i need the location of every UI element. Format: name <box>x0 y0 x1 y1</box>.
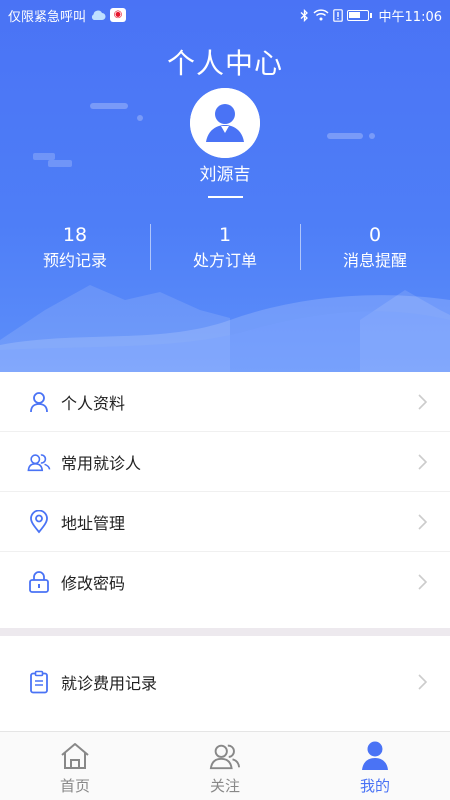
chevron-right-icon <box>418 454 428 470</box>
section-divider <box>0 628 450 636</box>
menu-item-password[interactable]: 修改密码 <box>0 552 450 612</box>
menu-item-patients[interactable]: 常用就诊人 <box>0 432 450 492</box>
tab-label: 我的 <box>359 777 390 795</box>
menu-group-records: 就诊费用记录 <box>0 652 450 712</box>
stat-appointments[interactable]: 18 预约记录 <box>0 222 150 272</box>
user-avatar-icon <box>190 88 260 158</box>
tab-label: 关注 <box>209 777 240 795</box>
status-bar: 仅限紧急呼叫 ◉ 中午11:06 <box>0 0 450 30</box>
menu-group-account: 个人资料 常用就诊人 地址管理 修改密码 <box>0 372 450 612</box>
menu-label: 地址管理 <box>61 513 126 533</box>
wifi-icon <box>313 8 329 22</box>
chevron-right-icon <box>418 514 428 530</box>
chevron-right-icon <box>418 394 428 410</box>
stats-row: 18 预约记录 1 处方订单 0 消息提醒 <box>0 222 450 272</box>
chevron-right-icon <box>418 674 428 690</box>
location-icon <box>27 509 51 534</box>
status-carrier-text: 仅限紧急呼叫 <box>8 9 87 25</box>
stat-messages[interactable]: 0 消息提醒 <box>300 222 450 272</box>
avatar[interactable] <box>190 88 260 158</box>
menu-item-address[interactable]: 地址管理 <box>0 492 450 552</box>
stat-value: 1 <box>218 224 232 246</box>
stat-label: 预约记录 <box>42 251 107 270</box>
home-icon <box>59 740 91 772</box>
bottom-tab-bar: 首页 关注 我的 <box>0 731 450 800</box>
battery-icon <box>346 8 372 22</box>
weibo-icon: ◉ <box>110 8 127 22</box>
profile-icon <box>359 740 391 772</box>
menu-label: 修改密码 <box>61 574 126 593</box>
username: 刘源吉 <box>199 165 251 185</box>
menu-item-profile[interactable]: 个人资料 <box>0 372 450 432</box>
alert-icon <box>332 8 343 22</box>
bluetooth-icon <box>300 8 309 22</box>
cloud-icon <box>90 8 106 22</box>
tab-label: 首页 <box>59 777 90 795</box>
profile-header: 仅限紧急呼叫 ◉ 中午11:06 个人中心 刘源吉 18 预约记录 1 处方订单… <box>0 0 450 372</box>
chevron-right-icon <box>418 574 428 590</box>
tab-mine[interactable]: 我的 <box>300 732 450 800</box>
follow-icon <box>209 740 241 772</box>
page-title: 个人中心 <box>166 47 283 80</box>
tab-follow[interactable]: 关注 <box>150 732 300 800</box>
menu-item-fee-records[interactable]: 就诊费用记录 <box>0 652 450 712</box>
menu-label: 就诊费用记录 <box>61 674 158 693</box>
username-underline <box>208 196 243 198</box>
stat-label: 处方订单 <box>192 251 257 270</box>
stat-value: 18 <box>62 224 88 246</box>
clipboard-icon <box>27 670 51 694</box>
stat-value: 0 <box>368 224 382 246</box>
status-time: 中午11:06 <box>378 9 442 25</box>
lock-icon <box>27 570 51 594</box>
stat-prescriptions[interactable]: 1 处方订单 <box>150 222 300 272</box>
people-icon <box>27 450 51 474</box>
person-icon <box>27 390 51 414</box>
menu-label: 常用就诊人 <box>61 453 142 473</box>
stat-label: 消息提醒 <box>342 251 407 270</box>
menu-label: 个人资料 <box>61 393 126 413</box>
tab-home[interactable]: 首页 <box>0 732 150 800</box>
